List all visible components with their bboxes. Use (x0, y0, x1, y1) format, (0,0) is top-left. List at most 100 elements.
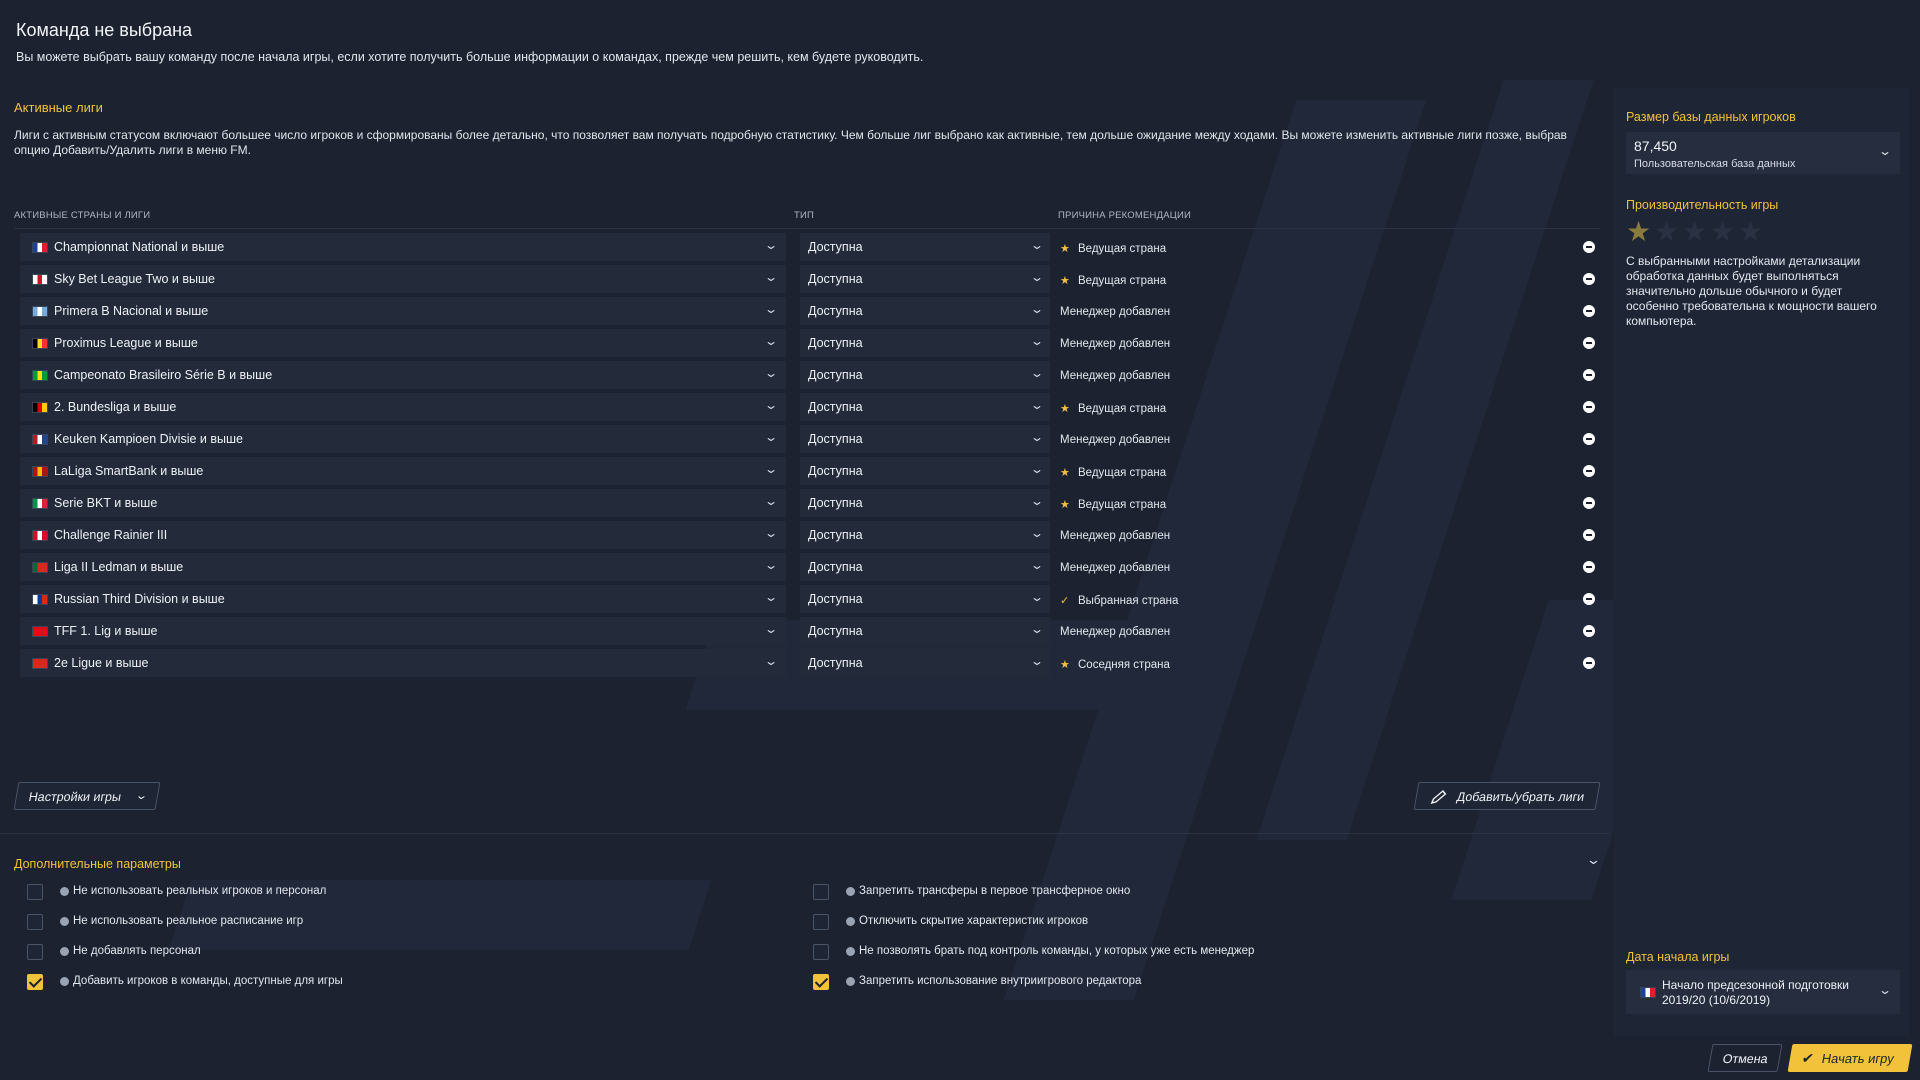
league-select[interactable]: Serie BKT и выше ⌄ (20, 489, 786, 517)
remove-league-icon[interactable] (1583, 497, 1595, 509)
league-select[interactable]: Primera B Nacional и выше ⌄ (20, 297, 786, 325)
type-select[interactable]: Доступна ⌄ (800, 649, 1050, 677)
game-settings-button[interactable]: Настройки игры ⌄ (13, 782, 161, 810)
reason-label: Ведущая страна (1078, 499, 1167, 511)
recommendation-reason: Менеджер добавлен (1060, 306, 1170, 318)
collapse-chevron-icon[interactable]: ⌄ (1586, 852, 1601, 868)
remove-league-icon[interactable] (1583, 433, 1595, 445)
flag-icon (32, 594, 48, 605)
remove-league-icon[interactable] (1583, 241, 1595, 253)
league-select[interactable]: Liga II Ledman и выше ⌄ (20, 553, 786, 581)
option-checkbox[interactable] (27, 944, 43, 960)
type-select[interactable]: Доступна ⌄ (800, 361, 1050, 389)
option-checkbox[interactable] (813, 884, 829, 900)
type-select[interactable]: Доступна ⌄ (800, 393, 1050, 421)
remove-league-icon[interactable] (1583, 593, 1595, 605)
option-checkbox[interactable] (813, 944, 829, 960)
info-icon[interactable] (846, 887, 855, 896)
league-select[interactable]: LaLiga SmartBank и выше ⌄ (20, 457, 786, 485)
remove-league-icon[interactable] (1583, 529, 1595, 541)
remove-league-icon[interactable] (1583, 337, 1595, 349)
type-select[interactable]: Доступна ⌄ (800, 585, 1050, 613)
type-label: Доступна (808, 400, 863, 414)
star-icon: ★ (1654, 216, 1680, 247)
option-checkbox[interactable] (27, 914, 43, 930)
db-size-select[interactable]: 87,450 Пользовательская база данных ⌄ (1626, 132, 1900, 174)
remove-league-icon[interactable] (1583, 273, 1595, 285)
remove-league-icon[interactable] (1583, 369, 1595, 381)
league-row: LaLiga SmartBank и выше ⌄ Доступна ⌄ ★ Ведуща… (20, 457, 1600, 485)
type-select[interactable]: Доступна ⌄ (800, 233, 1050, 261)
chevron-down-icon: ⌄ (763, 462, 779, 476)
league-name: Challenge Rainier III (54, 528, 168, 542)
league-row: Challenge Rainier III ⌄ Доступна ⌄ Менеджер … (20, 521, 1600, 549)
league-select[interactable]: Challenge Rainier III ⌄ (20, 521, 786, 549)
start-game-button[interactable]: ✔ Начать игру (1787, 1044, 1913, 1072)
league-select[interactable]: Proximus League и выше ⌄ (20, 329, 786, 357)
remove-league-icon[interactable] (1583, 625, 1595, 637)
type-select[interactable]: Доступна ⌄ (800, 489, 1050, 517)
recommendation-reason: ★ Ведущая страна (1060, 242, 1166, 255)
league-name: LaLiga SmartBank и выше (54, 464, 204, 478)
type-select[interactable]: Доступна ⌄ (800, 617, 1050, 645)
league-name: Sky Bet League Two и выше (54, 272, 215, 286)
flag-icon (32, 530, 48, 541)
recommendation-reason: ✓ Выбранная страна (1060, 594, 1178, 607)
league-name: Championnat National и выше (54, 240, 225, 254)
info-icon[interactable] (846, 947, 855, 956)
type-select[interactable]: Доступна ⌄ (800, 521, 1050, 549)
type-select[interactable]: Доступна ⌄ (800, 553, 1050, 581)
league-row: TFF 1. Lig и выше ⌄ Доступна ⌄ Менеджер доба… (20, 617, 1600, 645)
performance-text: С выбранными настройками детализации обр… (1626, 254, 1877, 328)
add-remove-leagues-button[interactable]: Добавить/убрать лиги (1413, 782, 1601, 810)
game-settings-label: Настройки игры (27, 790, 123, 804)
recommendation-reason: ★ Соседняя страна (1060, 658, 1170, 671)
league-select[interactable]: 2. Bundesliga и выше ⌄ (20, 393, 786, 421)
info-icon[interactable] (846, 977, 855, 986)
info-icon[interactable] (60, 977, 69, 986)
remove-league-icon[interactable] (1583, 305, 1595, 317)
league-select[interactable]: TFF 1. Lig и выше ⌄ (20, 617, 786, 645)
type-label: Доступна (808, 624, 863, 638)
star-icon: ★ (1060, 403, 1070, 415)
info-icon[interactable] (846, 917, 855, 926)
flag-icon (32, 242, 48, 253)
recommendation-reason: Менеджер добавлен (1060, 338, 1170, 350)
remove-league-icon[interactable] (1583, 561, 1595, 573)
league-select[interactable]: 2e Ligue и выше ⌄ (20, 649, 786, 677)
info-icon[interactable] (60, 947, 69, 956)
type-label: Доступна (808, 432, 863, 446)
pencil-icon (1430, 789, 1447, 805)
header-divider (14, 228, 1600, 229)
type-select[interactable]: Доступна ⌄ (800, 297, 1050, 325)
type-select[interactable]: Доступна ⌄ (800, 329, 1050, 357)
option-checkbox[interactable] (813, 914, 829, 930)
remove-league-icon[interactable] (1583, 401, 1595, 413)
type-label: Доступна (808, 496, 863, 510)
league-select[interactable]: Championnat National и выше ⌄ (20, 233, 786, 261)
cancel-button[interactable]: Отмена (1707, 1044, 1783, 1072)
chevron-down-icon: ⌄ (763, 302, 779, 316)
option-checkbox[interactable] (27, 974, 43, 990)
league-select[interactable]: Sky Bet League Two и выше ⌄ (20, 265, 786, 293)
info-icon[interactable] (60, 887, 69, 896)
start-date-select[interactable]: Начало предсезонной подготовки 2019/20 (… (1626, 970, 1900, 1014)
league-select[interactable]: Keuken Kampioen Divisie и выше ⌄ (20, 425, 786, 453)
option-checkbox[interactable] (27, 884, 43, 900)
remove-league-icon[interactable] (1583, 657, 1595, 669)
side-panel: Размер базы данных игроков 87,450 Пользо… (1614, 88, 1910, 1036)
info-icon[interactable] (60, 917, 69, 926)
chevron-down-icon: ⌄ (1029, 462, 1045, 476)
league-row: Primera B Nacional и выше ⌄ Доступна ⌄ Менед… (20, 297, 1600, 325)
league-select[interactable]: Campeonato Brasileiro Série B и выше ⌄ (20, 361, 786, 389)
league-select[interactable]: Russian Third Division и выше ⌄ (20, 585, 786, 613)
type-select[interactable]: Доступна ⌄ (800, 457, 1050, 485)
type-select[interactable]: Доступна ⌄ (800, 425, 1050, 453)
option-checkbox[interactable] (813, 974, 829, 990)
remove-league-icon[interactable] (1583, 465, 1595, 477)
flag-icon (32, 626, 48, 637)
reason-label: Ведущая страна (1078, 467, 1167, 479)
type-select[interactable]: Доступна ⌄ (800, 265, 1050, 293)
league-name: Primera B Nacional и выше (54, 304, 209, 318)
check-icon: ✓ (1060, 595, 1070, 607)
